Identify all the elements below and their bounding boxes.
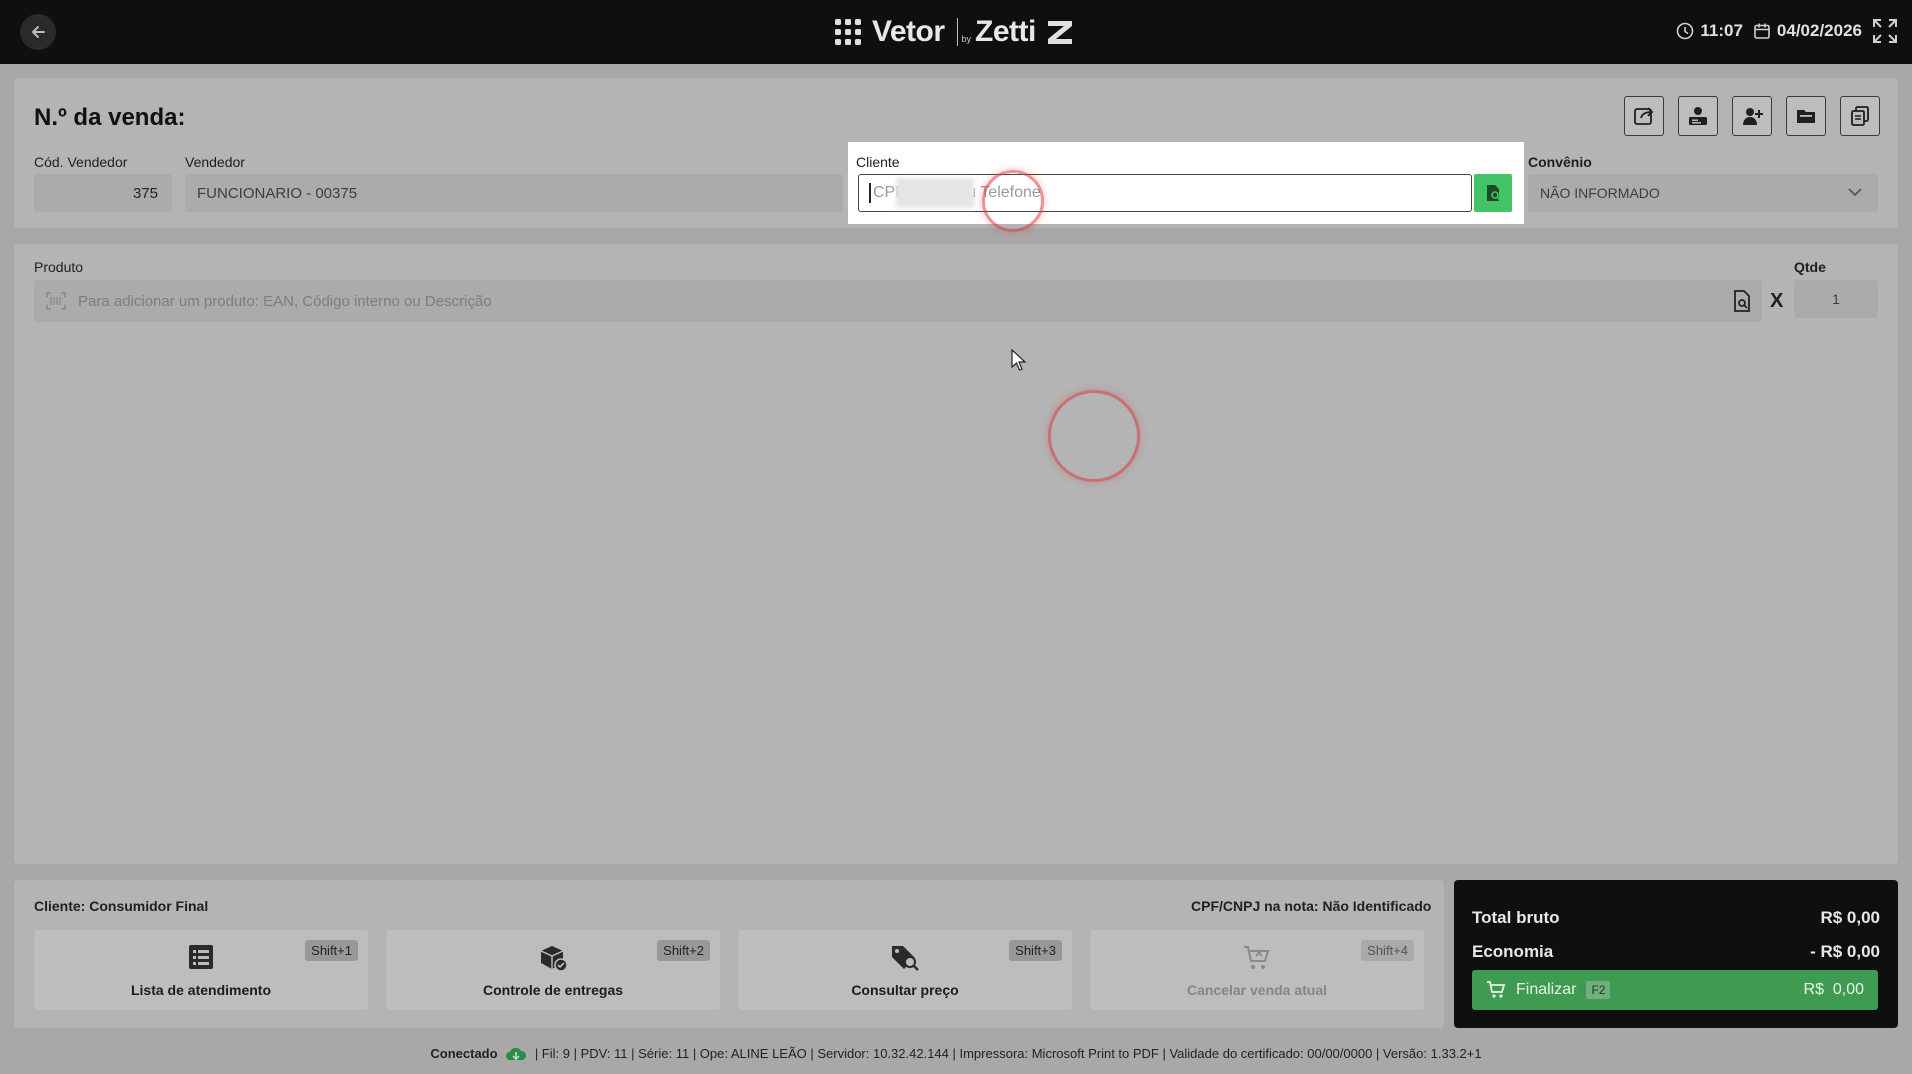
finalizar-shortcut: F2 (1586, 981, 1611, 999)
status-bar: Conectado | Fil: 9 | PDV: 11 | Série: 11… (0, 1046, 1912, 1062)
brand-divider (956, 18, 958, 46)
user-plus-icon (1743, 108, 1763, 125)
cancelar-venda-button[interactable]: Shift+4 Cancelar venda atual (1090, 930, 1424, 1010)
page-title: N.º da venda: (34, 104, 186, 131)
product-panel (14, 244, 1898, 864)
user-card-icon (1689, 107, 1707, 125)
brand-zetti: Zetti (975, 15, 1036, 48)
document-search-icon[interactable] (1732, 290, 1752, 312)
cod-vendedor-label: Cód. Vendedor (34, 154, 128, 170)
shortcut-badge: Shift+2 (657, 940, 710, 961)
barcode-scan-icon (46, 292, 66, 310)
cart-icon (1487, 981, 1506, 998)
export-button[interactable] (1624, 96, 1664, 136)
total-bruto-label: Total bruto (1472, 908, 1560, 927)
total-bruto-value: R$ 0,00 (1820, 908, 1880, 927)
date-display: 04/02/2026 (1753, 21, 1862, 41)
convenio-label: Convênio (1528, 154, 1592, 170)
cloud-icon (506, 1047, 527, 1060)
total-bruto-row: Total bruto R$ 0,00 (1472, 908, 1880, 928)
redacted-area (896, 178, 974, 208)
brand-vetor: Vetor (872, 15, 945, 48)
produto-input[interactable]: Para adicionar um produto: EAN, Código i… (34, 280, 1762, 322)
time-value: 11:07 (1700, 21, 1743, 40)
controle-entregas-button[interactable]: Shift+2 Controle de entregas (386, 930, 720, 1010)
folder-icon (1797, 110, 1815, 123)
cart-cancel-icon (1244, 946, 1270, 969)
box-check-icon (540, 946, 568, 972)
multiply-sign: X (1770, 290, 1784, 312)
lista-atendimento-button[interactable]: Shift+1 Lista de atendimento (34, 930, 368, 1010)
shortcut-badge: Shift+4 (1361, 940, 1414, 961)
back-button[interactable] (20, 14, 56, 50)
economia-value: - R$ 0,00 (1810, 942, 1880, 961)
produto-placeholder: Para adicionar um produto: EAN, Código i… (78, 292, 492, 310)
produto-label: Produto (34, 259, 84, 275)
text-caret (869, 183, 871, 203)
shortcut-badge: Shift+1 (305, 940, 358, 961)
fullscreen-icon[interactable] (1872, 18, 1898, 44)
economia-row: Economia - R$ 0,00 (1472, 942, 1880, 962)
economia-label: Economia (1472, 942, 1554, 961)
vendedor-field[interactable]: FUNCIONARIO - 00375 (185, 174, 843, 212)
cliente-info: Cliente: Consumidor Final (34, 898, 209, 914)
cliente-label: Cliente (856, 154, 900, 170)
grid-dots-icon (835, 19, 861, 45)
time-display: 11:07 (1676, 21, 1743, 41)
zetti-logo-icon (1047, 21, 1072, 44)
open-folder-button[interactable] (1786, 96, 1826, 136)
brand-logo: Vetor by Zetti (834, 12, 1074, 52)
tag-search-icon (892, 946, 919, 971)
customer-card-button[interactable] (1678, 96, 1718, 136)
cod-vendedor-field[interactable]: 375 (34, 174, 172, 212)
click-indicator (982, 170, 1044, 232)
qtde-field[interactable]: 1 (1794, 280, 1878, 318)
action-label: Controle de entregas (482, 982, 624, 998)
finalizar-value: R$ 0,00 (1803, 981, 1864, 998)
action-label: Lista de atendimento (130, 982, 272, 998)
shortcut-badge: Shift+3 (1009, 940, 1062, 961)
brand-by: by (961, 34, 972, 44)
date-value: 04/02/2026 (1776, 21, 1862, 40)
consultar-preco-button[interactable]: Shift+3 Consultar preço (738, 930, 1072, 1010)
share-export-icon (1634, 107, 1654, 125)
list-icon (189, 945, 213, 969)
copy-button[interactable] (1840, 96, 1880, 136)
status-info: | Fil: 9 | PDV: 11 | Série: 11 | Ope: AL… (534, 1046, 1482, 1061)
connection-status: Conectado (430, 1046, 498, 1061)
action-label: Consultar preço (851, 982, 959, 998)
convenio-select[interactable]: NÃO INFORMADO (1528, 174, 1878, 212)
top-bar: Vetor by Zetti 11:07 04/02/2026 (0, 0, 1912, 64)
action-label: Cancelar venda atual (1186, 982, 1328, 998)
arrow-left-icon (32, 26, 45, 38)
top-right-info: 11:07 04/02/2026 (1676, 18, 1898, 44)
cursor-pointer-icon (1011, 349, 1027, 371)
chevron-down-icon (1848, 188, 1862, 197)
loading-spinner (1048, 390, 1140, 482)
vendedor-label: Vendedor (185, 154, 245, 170)
document-search-icon (1487, 185, 1501, 201)
calendar-icon (1754, 23, 1770, 39)
search-customer-button[interactable] (1474, 174, 1512, 212)
cpf-info: CPF/CNPJ na nota: Não Identificado (1191, 898, 1432, 914)
finalizar-button[interactable]: Finalizar F2 R$ 0,00 (1472, 970, 1878, 1010)
add-customer-button[interactable] (1732, 96, 1772, 136)
copy-icon (1851, 106, 1869, 126)
qtde-label: Qtde (1794, 259, 1826, 275)
finalizar-label: Finalizar (1516, 981, 1577, 998)
clock-icon (1677, 22, 1694, 40)
convenio-value: NÃO INFORMADO (1540, 185, 1660, 201)
